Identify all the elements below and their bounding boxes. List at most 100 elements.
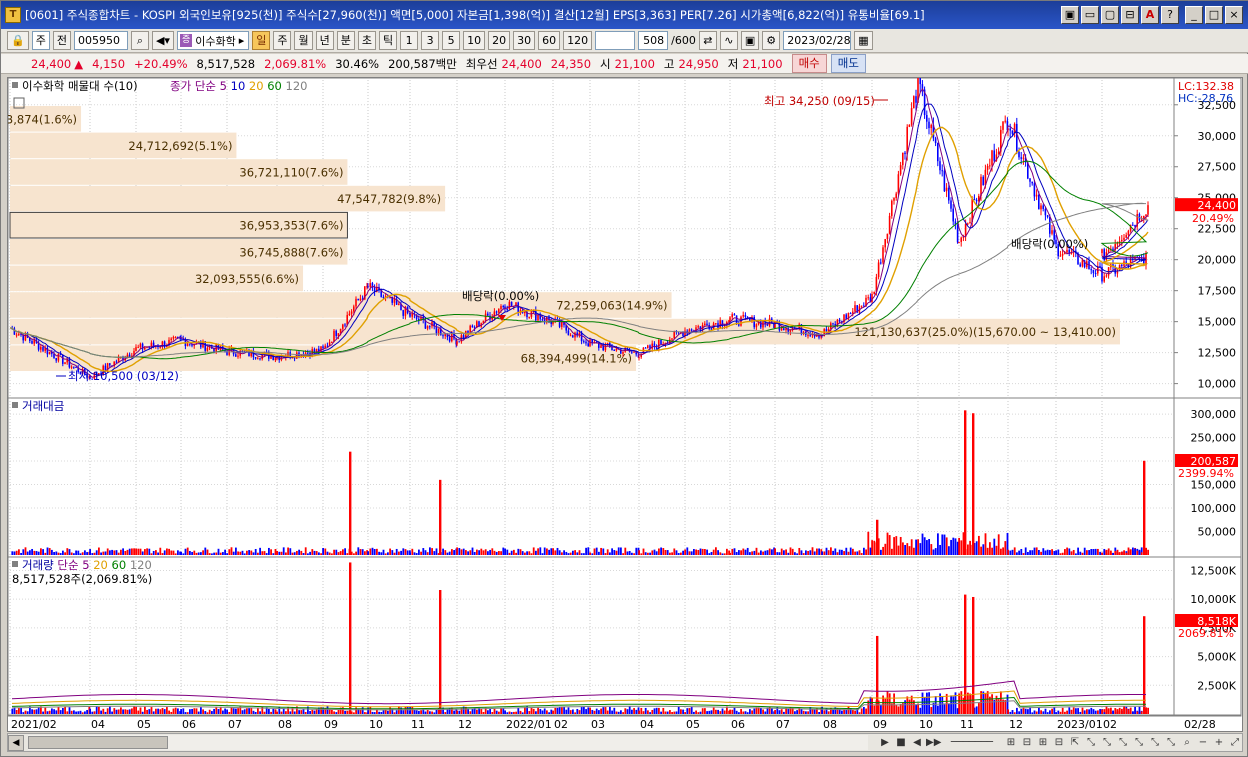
- count-input[interactable]: 508: [638, 31, 669, 50]
- minimize-button[interactable]: _: [1185, 6, 1203, 24]
- expand-icon[interactable]: ⤢: [1228, 735, 1242, 750]
- volume-bar: [415, 710, 418, 714]
- volume-bar: [565, 709, 568, 714]
- chart-area[interactable]: 7,853,874(1.6%) 24,712,692(5.1%) 36,721,11…: [0, 68, 1243, 732]
- split-icon[interactable]: ⊞: [1036, 735, 1050, 750]
- amount-bar: [556, 547, 559, 555]
- chart-canvas[interactable]: 7,853,874(1.6%) 24,712,692(5.1%) 36,721,11…: [0, 68, 1242, 731]
- candle-body: [854, 305, 856, 312]
- zoom-slider[interactable]: ───────: [942, 735, 1002, 750]
- interval-1[interactable]: 1: [400, 31, 419, 50]
- candle-body: [991, 150, 993, 166]
- volume-bar: [854, 710, 856, 714]
- line-tool-5-icon[interactable]: ⤡: [1148, 735, 1162, 750]
- rewind-icon[interactable]: ◀: [910, 735, 924, 750]
- amount-bar: [462, 548, 465, 555]
- prev-button[interactable]: 전: [52, 31, 71, 50]
- overlay-icon[interactable]: ∿: [719, 31, 738, 50]
- market-select[interactable]: 주: [31, 31, 50, 50]
- candle-body: [235, 354, 237, 357]
- settings-icon[interactable]: ⚙: [762, 31, 781, 50]
- period-minute[interactable]: 분: [336, 31, 355, 50]
- scroll-thumb[interactable]: [28, 736, 168, 749]
- volume-bar: [585, 709, 587, 714]
- low-annotation: 최저 10,500 (03/12): [68, 369, 179, 383]
- amount-bar: [102, 551, 105, 555]
- amount-bar: [13, 551, 16, 555]
- stop-icon[interactable]: ■: [894, 735, 908, 750]
- interval-120[interactable]: 120: [563, 31, 593, 50]
- period-day[interactable]: 일: [252, 31, 271, 50]
- period-week[interactable]: 주: [273, 31, 292, 50]
- candle-body: [919, 71, 921, 85]
- help-icon[interactable]: ?: [1161, 6, 1179, 24]
- line-tool-3-icon[interactable]: ⤡: [1116, 735, 1130, 750]
- amount-bar: [280, 551, 283, 555]
- volume-bar: [33, 709, 36, 714]
- volume-profile-label: 24,712,692(5.1%): [128, 139, 232, 153]
- date-input[interactable]: 2023/02/28: [783, 31, 852, 50]
- fit-icon[interactable]: ⇱: [1068, 735, 1082, 750]
- interval-10[interactable]: 10: [463, 31, 486, 50]
- amount-bar: [860, 553, 863, 555]
- interval-5[interactable]: 5: [442, 31, 461, 50]
- link-icon[interactable]: ▣: [1061, 6, 1079, 24]
- lock-icon[interactable]: 🔒: [7, 31, 29, 50]
- volume-bar: [860, 708, 863, 714]
- scroll-left-arrow[interactable]: ◀: [8, 734, 24, 751]
- code-input[interactable]: 005950: [73, 31, 128, 50]
- interval-30[interactable]: 30: [513, 31, 536, 50]
- merge-icon[interactable]: ⊟: [1052, 735, 1066, 750]
- line-tool-2-icon[interactable]: ⤡: [1100, 735, 1114, 750]
- volume-bar: [1020, 708, 1023, 714]
- zoom-out-icon[interactable]: −: [1196, 735, 1210, 750]
- amount-bar: [923, 537, 926, 555]
- chart-scrollbar[interactable]: ◀ ▶ ■ ◀ ▶▶ ─────── ⊞ ⊟ ⊞ ⊟ ⇱ ⤡ ⤡ ⤡ ⤡ ⤡ ⤡…: [7, 733, 1243, 752]
- scroll-track[interactable]: [28, 735, 868, 750]
- stock-name-field[interactable]: 증 이수화학 ▸: [176, 31, 250, 50]
- volume-bar: [93, 711, 96, 714]
- maximize-button[interactable]: □: [1205, 6, 1223, 24]
- period-month[interactable]: 월: [294, 31, 313, 50]
- sell-button[interactable]: 매도: [830, 54, 866, 73]
- buy-button[interactable]: 매수: [791, 54, 827, 73]
- fast-forward-icon[interactable]: ▶▶: [926, 735, 941, 750]
- play-icon[interactable]: ▶: [878, 735, 892, 750]
- speaker-icon[interactable]: ◀▾: [151, 31, 174, 50]
- close-button[interactable]: ×: [1225, 6, 1243, 24]
- interval-60[interactable]: 60: [538, 31, 561, 50]
- zoom-out-box-icon[interactable]: ⊟: [1020, 735, 1034, 750]
- line-tool-6-icon[interactable]: ⤡: [1164, 735, 1178, 750]
- amount-bar: [161, 553, 164, 555]
- volume-bar: [1097, 710, 1099, 714]
- calendar-icon[interactable]: ▦: [854, 31, 873, 50]
- layout-icon[interactable]: ⊟: [1121, 6, 1139, 24]
- volume-bar: [170, 711, 173, 714]
- font-icon[interactable]: A: [1141, 6, 1159, 24]
- magnifier-icon[interactable]: ⌕: [1180, 735, 1194, 750]
- candle-body: [926, 115, 928, 122]
- volume-bar: [53, 709, 55, 714]
- period-year[interactable]: 년: [315, 31, 334, 50]
- restore-panel-icon[interactable]: ▢: [1101, 6, 1119, 24]
- zoom-in-box-icon[interactable]: ⊞: [1004, 735, 1018, 750]
- last-price-label: 24,400: [1198, 199, 1237, 212]
- amount-bar: [482, 550, 485, 555]
- legend-square-icon: [12, 82, 18, 88]
- period-second[interactable]: 초: [357, 31, 376, 50]
- zoom-in-icon[interactable]: +: [1212, 735, 1226, 750]
- line-tool-1-icon[interactable]: ⤡: [1084, 735, 1098, 750]
- interval-20[interactable]: 20: [488, 31, 511, 50]
- indicator-icon[interactable]: ⇄: [698, 31, 717, 50]
- interval-3[interactable]: 3: [421, 31, 440, 50]
- custom-interval-input[interactable]: [595, 31, 636, 50]
- amount-bar: [1051, 549, 1053, 555]
- candle-body: [733, 314, 736, 316]
- amount-bar: [68, 549, 71, 555]
- line-tool-4-icon[interactable]: ⤡: [1132, 735, 1146, 750]
- search-icon[interactable]: ⌕: [130, 31, 149, 50]
- save-icon[interactable]: ▣: [740, 31, 760, 50]
- period-tick[interactable]: 틱: [378, 31, 398, 50]
- minimize-panel-icon[interactable]: ▭: [1081, 6, 1099, 24]
- volume-bar: [122, 709, 124, 714]
